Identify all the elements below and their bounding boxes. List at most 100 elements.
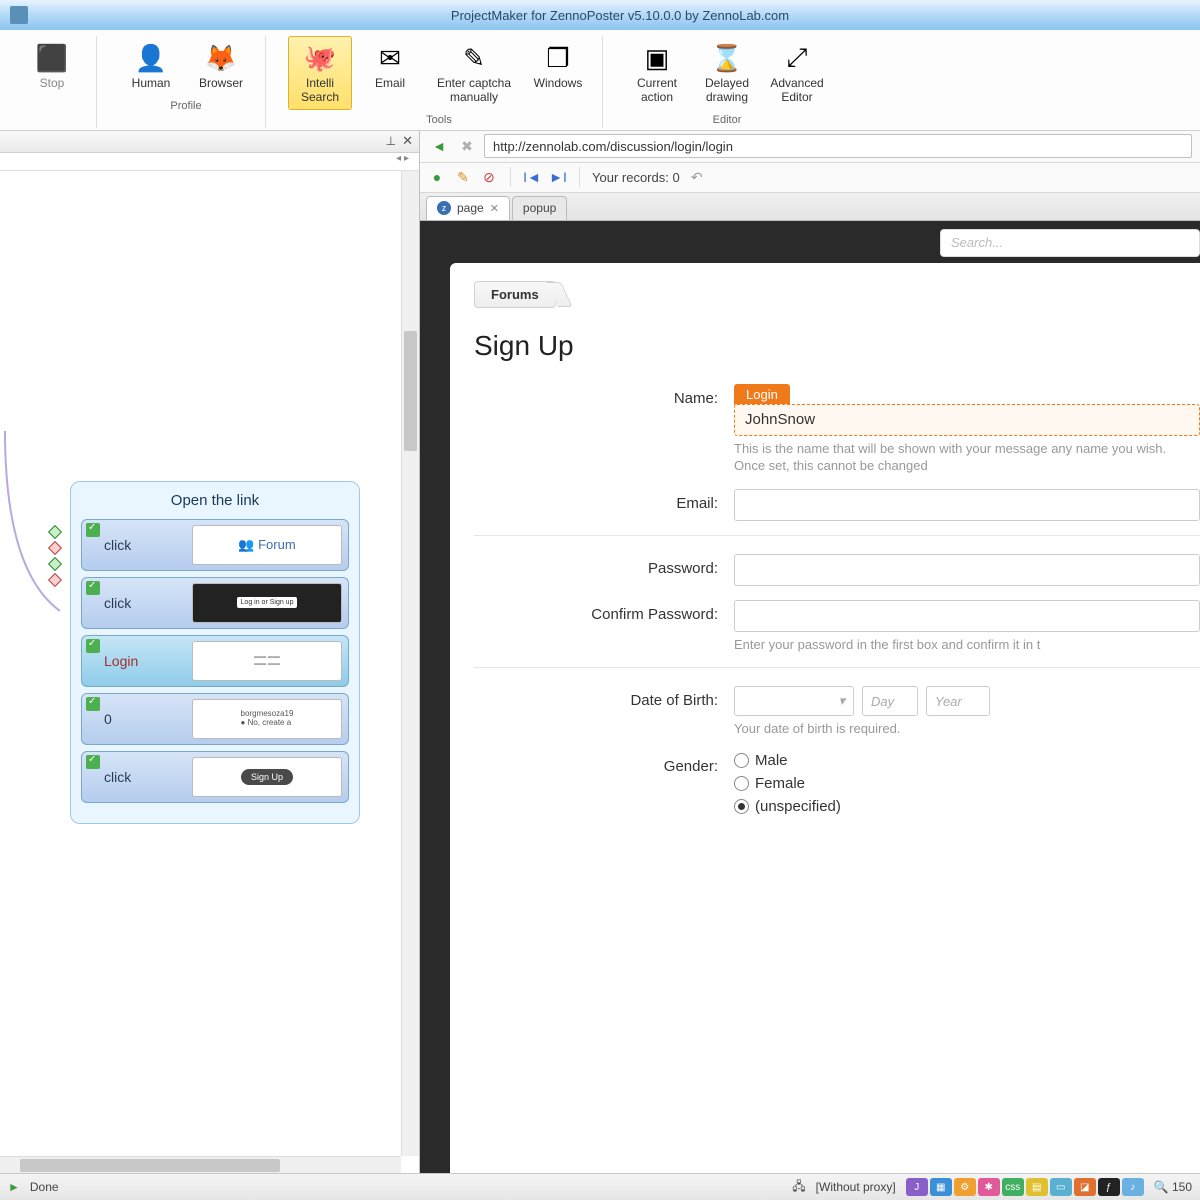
app-icon	[10, 6, 28, 24]
address-bar-row: ◄ ✖	[420, 131, 1200, 163]
human-icon: 👤	[134, 41, 168, 75]
delayed-icon: ⌛	[710, 41, 744, 75]
record-stop-icon[interactable]: ⊘	[480, 168, 498, 186]
confirm-password-input[interactable]	[734, 600, 1200, 632]
current-button[interactable]: ▣Current action	[625, 36, 689, 110]
pane-nav-arrows[interactable]: ◂ ▸	[396, 153, 409, 170]
radio-icon[interactable]	[734, 753, 749, 768]
scrollbar-horizontal[interactable]	[0, 1156, 401, 1174]
badge-icon[interactable]: J	[906, 1178, 928, 1196]
dob-label: Date of Birth:	[474, 686, 734, 709]
badge-icon[interactable]: ◪	[1074, 1178, 1096, 1196]
stop-load-icon[interactable]: ✖	[456, 135, 478, 157]
badge-icon[interactable]: ⚙	[954, 1178, 976, 1196]
divider	[474, 535, 1200, 536]
step-thumbnail: Sign Up	[192, 757, 342, 797]
page-heading: Sign Up	[474, 330, 1200, 362]
stop-button[interactable]: ⬛Stop	[20, 36, 84, 96]
pin-icon[interactable]: ⊥	[386, 134, 396, 148]
workflow-step[interactable]: Login▬▬ ▬▬▬▬ ▬▬	[81, 635, 349, 687]
last-icon[interactable]: ►I	[549, 168, 567, 186]
human-button[interactable]: 👤 Human	[119, 36, 183, 96]
dob-year-input[interactable]: Year	[926, 686, 990, 716]
handle-red[interactable]	[48, 573, 62, 587]
dob-month-select[interactable]: ▾	[734, 686, 854, 716]
ribbon-label: Human	[132, 77, 171, 91]
step-label: click	[82, 537, 192, 553]
browser-viewport: Search... Forums Sign Up Name: Login Thi…	[420, 221, 1200, 1174]
handle-green[interactable]	[48, 525, 62, 539]
confirm-password-label: Confirm Password:	[474, 600, 734, 623]
handle-green[interactable]	[48, 557, 62, 571]
advanced-button[interactable]: ⤢Advanced Editor	[765, 36, 829, 110]
email-label: Email:	[474, 489, 734, 512]
proxy-icon[interactable]: 🖧	[792, 1177, 805, 1198]
done-icon: ►	[8, 1180, 20, 1194]
current-icon: ▣	[640, 41, 674, 75]
back-icon[interactable]: ◄	[428, 135, 450, 157]
step-label: click	[82, 769, 192, 785]
gender-label: Gender:	[474, 752, 734, 775]
email-input[interactable]	[734, 489, 1200, 521]
title-bar: ProjectMaker for ZennoPoster v5.10.0.0 b…	[0, 0, 1200, 30]
url-input[interactable]	[484, 134, 1192, 158]
browser-tab[interactable]: zpage✕	[426, 196, 510, 220]
handle-red[interactable]	[48, 541, 62, 555]
browser-tab[interactable]: popup	[512, 196, 567, 220]
ribbon-label: Windows	[534, 77, 583, 91]
undo-icon[interactable]: ↶	[688, 168, 706, 186]
ribbon-group-title: Editor	[625, 114, 829, 126]
gender-option[interactable]: Male	[734, 752, 1200, 769]
badge-icon[interactable]: ▦	[930, 1178, 952, 1196]
captcha-icon: ✎	[457, 41, 491, 75]
dob-day-input[interactable]: Day	[862, 686, 918, 716]
login-tag: Login	[734, 384, 790, 405]
page-search-input[interactable]: Search...	[940, 229, 1200, 257]
captcha-button[interactable]: ✎Enter captcha manually	[428, 36, 520, 110]
browser-tabs: zpage✕popup	[420, 193, 1200, 221]
ribbon-label: Delayed drawing	[705, 77, 749, 105]
breadcrumb[interactable]: Forums	[474, 281, 556, 308]
workflow-step[interactable]: 0borgmesoza19● No, create a	[81, 693, 349, 745]
delayed-button[interactable]: ⌛Delayed drawing	[695, 36, 759, 110]
radio-label: Male	[755, 752, 788, 769]
radio-icon[interactable]	[734, 776, 749, 791]
workflow-block[interactable]: Open the link click👥 ForumclickLog in or…	[70, 481, 360, 824]
windows-button[interactable]: ❐Windows	[526, 36, 590, 110]
name-input[interactable]	[734, 404, 1200, 436]
radio-icon[interactable]	[734, 799, 749, 814]
stop-icon: ⬛	[35, 41, 69, 75]
badge-icon[interactable]: ♪	[1122, 1178, 1144, 1196]
gender-option[interactable]: Female	[734, 775, 1200, 792]
zoom-value[interactable]: 🔍 150	[1154, 1180, 1192, 1194]
workflow-step[interactable]: click👥 Forum	[81, 519, 349, 571]
status-badges: J ▦ ⚙ ✱ css ▤ ▭ ◪ ƒ ♪	[906, 1178, 1144, 1196]
step-label: Login	[82, 653, 192, 669]
divider	[474, 667, 1200, 668]
ribbon-label: Email	[375, 77, 405, 91]
records-label: Your records: 0	[592, 170, 680, 185]
workflow-step[interactable]: clickSign Up	[81, 751, 349, 803]
gender-option[interactable]: (unspecified)	[734, 798, 1200, 815]
close-pane-icon[interactable]: ✕	[402, 133, 413, 149]
badge-icon[interactable]: ƒ	[1098, 1178, 1120, 1196]
intellisearch-button[interactable]: 🐙Intelli Search	[288, 36, 352, 110]
workflow-canvas[interactable]: Open the link click👥 ForumclickLog in or…	[0, 171, 419, 1174]
email-button[interactable]: ✉Email	[358, 36, 422, 110]
first-icon[interactable]: I◄	[523, 168, 541, 186]
badge-icon[interactable]: css	[1002, 1178, 1024, 1196]
ribbon-label: Intelli Search	[301, 77, 339, 105]
browser-button[interactable]: 🦊Browser	[189, 36, 253, 96]
close-tab-icon[interactable]: ✕	[490, 202, 499, 215]
badge-icon[interactable]: ▭	[1050, 1178, 1072, 1196]
badge-icon[interactable]: ✱	[978, 1178, 1000, 1196]
workflow-step[interactable]: clickLog in or Sign up	[81, 577, 349, 629]
edit-icon[interactable]: ✎	[454, 168, 472, 186]
radio-label: (unspecified)	[755, 798, 841, 815]
badge-icon[interactable]: ▤	[1026, 1178, 1048, 1196]
check-icon	[86, 697, 100, 711]
password-input[interactable]	[734, 554, 1200, 586]
step-thumbnail: 👥 Forum	[192, 525, 342, 565]
record-ok-icon[interactable]: ●	[428, 168, 446, 186]
scrollbar-vertical[interactable]	[401, 171, 419, 1156]
